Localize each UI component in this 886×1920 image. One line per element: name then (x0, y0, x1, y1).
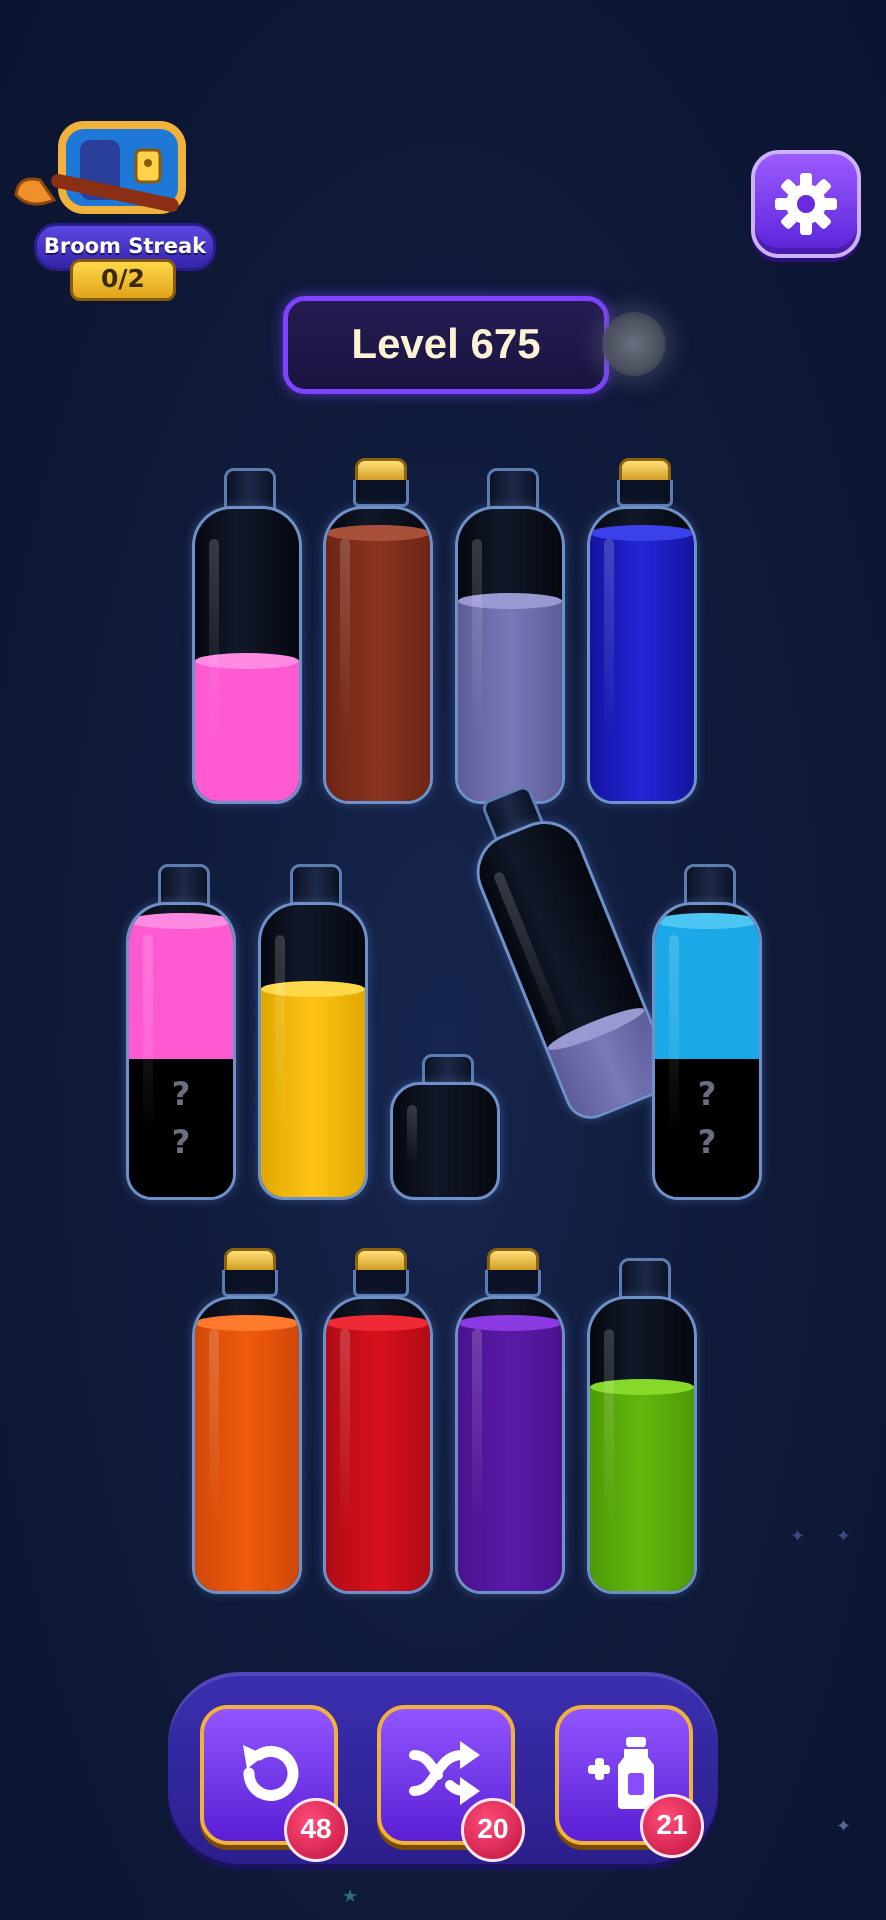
bottle-5[interactable]: ? ? (126, 864, 236, 1204)
bottle-11[interactable] (323, 1248, 433, 1594)
bottle-7[interactable] (390, 1054, 500, 1204)
shuffle-icon (409, 1741, 480, 1805)
add-bottle-count-badge: 21 (640, 1794, 704, 1858)
shuffle-count-badge: 20 (461, 1798, 525, 1862)
gear-icon (775, 173, 837, 235)
bottle-13[interactable] (587, 1258, 697, 1598)
bottle-4[interactable] (587, 458, 697, 804)
undo-count-badge: 48 (284, 1798, 348, 1862)
star-icon: ✦ (836, 1526, 852, 1547)
settings-button[interactable] (751, 150, 861, 258)
star-icon: ✦ (836, 1816, 852, 1837)
bottle-6[interactable] (258, 864, 368, 1204)
broom-streak[interactable]: Broom Streak 0/2 (10, 115, 216, 305)
level-title: Level 675 (283, 296, 609, 394)
star-icon: ★ (342, 1886, 359, 1907)
bottle-9[interactable]: ? ? (652, 864, 762, 1204)
undo-icon (243, 1745, 299, 1801)
broom-streak-count: 0/2 (70, 259, 176, 301)
bottle-2[interactable] (323, 458, 433, 804)
bottle-10[interactable] (192, 1248, 302, 1594)
star-icon: ✦ (790, 1526, 806, 1547)
bottle-12[interactable] (455, 1248, 565, 1594)
bottle-3[interactable] (455, 468, 565, 808)
bottle-1[interactable] (192, 468, 302, 808)
treasure-chest-icon (14, 121, 186, 214)
hint-indicator (602, 312, 666, 376)
